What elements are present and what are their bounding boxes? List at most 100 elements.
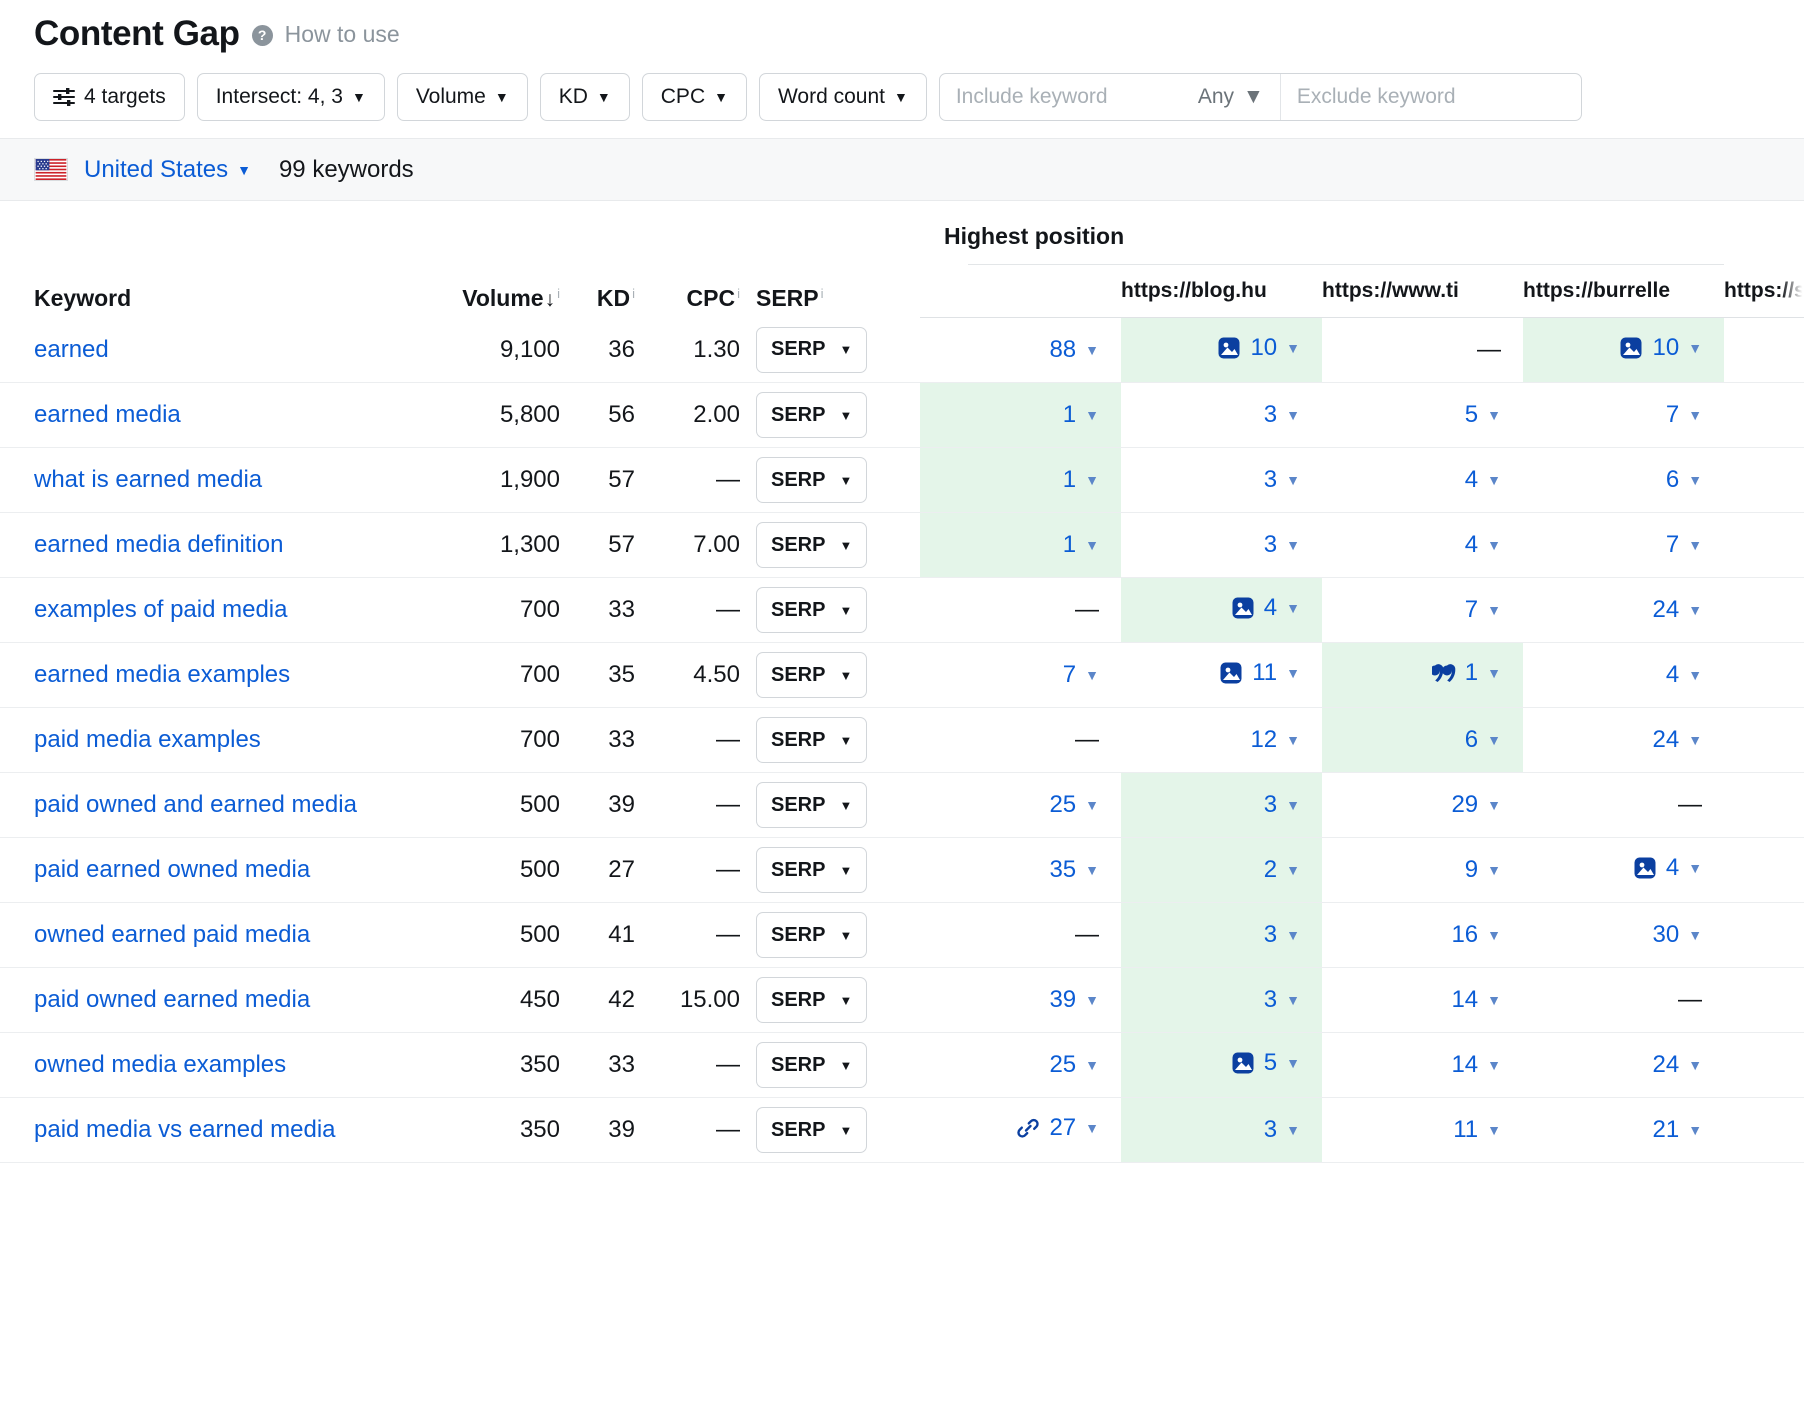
chevron-down-icon[interactable]: ▼	[1286, 863, 1300, 877]
chevron-down-icon[interactable]: ▼	[1487, 928, 1501, 942]
chevron-down-icon[interactable]: ▼	[1688, 473, 1702, 487]
chevron-down-icon[interactable]: ▼	[1688, 1058, 1702, 1072]
position-cell-target-2[interactable]: 4▼	[1121, 578, 1322, 643]
col-volume[interactable]: Volume↓i	[450, 201, 560, 318]
chevron-down-icon[interactable]: ▼	[1085, 1058, 1099, 1072]
target-url-header-1[interactable]: https://blog.hu	[1121, 265, 1322, 318]
chevron-down-icon[interactable]: ▼	[1286, 1123, 1300, 1137]
position-cell-target-2[interactable]: 3▼	[1121, 513, 1322, 578]
chevron-down-icon[interactable]: ▼	[1085, 668, 1099, 682]
position-cell-target-1[interactable]: 1▼	[920, 448, 1121, 513]
chevron-down-icon[interactable]: ▼	[1085, 538, 1099, 552]
col-keyword[interactable]: Keyword	[0, 201, 450, 318]
how-to-use-link[interactable]: How to use	[285, 21, 400, 48]
position-cell-target-4[interactable]: 24▼	[1523, 1033, 1724, 1098]
chevron-down-icon[interactable]: ▼	[1688, 861, 1702, 875]
info-icon[interactable]: i	[632, 286, 635, 301]
position-cell-target-2[interactable]: 3▼	[1121, 773, 1322, 838]
position-cell-target-3[interactable]: 9▼	[1322, 838, 1523, 903]
intersect-dropdown[interactable]: Intersect: 4, 3 ▼	[197, 73, 385, 121]
keyword-link[interactable]: examples of paid media	[0, 578, 450, 643]
position-cell-target-4[interactable]: 4▼	[1523, 838, 1724, 903]
position-cell-target-1[interactable]: 25▼	[920, 773, 1121, 838]
position-cell-target-3[interactable]: 14▼	[1322, 1033, 1523, 1098]
position-cell-target-2[interactable]: 3▼	[1121, 903, 1322, 968]
target-url-header-4[interactable]: https://sprouts	[1724, 265, 1804, 318]
chevron-down-icon[interactable]: ▼	[1085, 473, 1099, 487]
keyword-link[interactable]: what is earned media	[0, 448, 450, 513]
cpc-filter-dropdown[interactable]: CPC ▼	[642, 73, 747, 121]
chevron-down-icon[interactable]: ▼	[1286, 733, 1300, 747]
chevron-down-icon[interactable]: ▼	[1688, 928, 1702, 942]
serp-button[interactable]: SERP▼	[756, 977, 867, 1023]
position-cell-target-3[interactable]: 14▼	[1322, 968, 1523, 1033]
position-cell-target-2[interactable]: 3▼	[1121, 968, 1322, 1033]
exclude-keyword-input[interactable]	[1281, 74, 1581, 120]
position-cell-target-3[interactable]: 6▼	[1322, 708, 1523, 773]
col-cpc[interactable]: CPCi	[635, 201, 740, 318]
position-cell-target-1[interactable]: 35▼	[920, 838, 1121, 903]
col-serp[interactable]: SERPi	[740, 201, 860, 318]
position-cell-target-3[interactable]: 11▼	[1322, 1098, 1523, 1163]
keyword-link[interactable]: paid media vs earned media	[0, 1098, 450, 1163]
serp-button[interactable]: SERP▼	[756, 847, 867, 893]
chevron-down-icon[interactable]: ▼	[1688, 1123, 1702, 1137]
position-cell-target-1[interactable]: 88▼	[920, 318, 1121, 383]
info-icon[interactable]: i	[557, 286, 560, 301]
position-cell-target-4[interactable]: 7▼	[1523, 383, 1724, 448]
chevron-down-icon[interactable]: ▼	[1688, 603, 1702, 617]
serp-button[interactable]: SERP▼	[756, 457, 867, 503]
chevron-down-icon[interactable]: ▼	[1085, 343, 1099, 357]
position-cell-target-2[interactable]: 3▼	[1121, 383, 1322, 448]
position-cell-target-2[interactable]: 12▼	[1121, 708, 1322, 773]
position-cell-target-1[interactable]: 1▼	[920, 513, 1121, 578]
position-cell-target-4[interactable]: 7▼	[1523, 513, 1724, 578]
position-cell-target-3[interactable]: 5▼	[1322, 383, 1523, 448]
position-cell-target-3[interactable]: 1▼	[1322, 643, 1523, 708]
position-cell-target-4[interactable]: 10▼	[1523, 318, 1724, 383]
serp-button[interactable]: SERP▼	[756, 652, 867, 698]
chevron-down-icon[interactable]: ▼	[1286, 473, 1300, 487]
position-cell-target-4[interactable]: 6▼	[1523, 448, 1724, 513]
chevron-down-icon[interactable]: ▼	[1487, 603, 1501, 617]
position-cell-target-3[interactable]: 4▼	[1322, 513, 1523, 578]
position-cell-target-2[interactable]: 10▼	[1121, 318, 1322, 383]
keyword-link[interactable]: owned media examples	[0, 1033, 450, 1098]
chevron-down-icon[interactable]: ▼	[1286, 1056, 1300, 1070]
include-match-mode-dropdown[interactable]: Any ▼	[1190, 74, 1281, 120]
chevron-down-icon[interactable]: ▼	[1688, 733, 1702, 747]
position-cell-target-2[interactable]: 3▼	[1121, 448, 1322, 513]
chevron-down-icon[interactable]: ▼	[1487, 1058, 1501, 1072]
info-icon[interactable]: i	[737, 286, 740, 301]
keyword-link[interactable]: earned	[0, 318, 450, 383]
position-cell-target-2[interactable]: 5▼	[1121, 1033, 1322, 1098]
position-cell-target-3[interactable]: 29▼	[1322, 773, 1523, 838]
position-cell-target-3[interactable]: 4▼	[1322, 448, 1523, 513]
chevron-down-icon[interactable]: ▼	[1487, 473, 1501, 487]
position-cell-target-4[interactable]: 4▼	[1523, 643, 1724, 708]
chevron-down-icon[interactable]: ▼	[1286, 408, 1300, 422]
position-cell-target-4[interactable]: 21▼	[1523, 1098, 1724, 1163]
info-icon[interactable]: i	[821, 286, 824, 301]
targets-button[interactable]: 4 targets	[34, 73, 185, 121]
serp-button[interactable]: SERP▼	[756, 327, 867, 373]
kd-filter-dropdown[interactable]: KD ▼	[540, 73, 630, 121]
position-cell-target-1[interactable]: 39▼	[920, 968, 1121, 1033]
position-cell-target-4[interactable]: 30▼	[1523, 903, 1724, 968]
position-cell-target-3[interactable]: 16▼	[1322, 903, 1523, 968]
serp-button[interactable]: SERP▼	[756, 522, 867, 568]
serp-button[interactable]: SERP▼	[756, 912, 867, 958]
keyword-link[interactable]: paid media examples	[0, 708, 450, 773]
chevron-down-icon[interactable]: ▼	[1085, 408, 1099, 422]
keyword-link[interactable]: earned media examples	[0, 643, 450, 708]
serp-button[interactable]: SERP▼	[756, 1107, 867, 1153]
chevron-down-icon[interactable]: ▼	[1487, 1123, 1501, 1137]
position-cell-target-2[interactable]: 3▼	[1121, 1098, 1322, 1163]
keyword-link[interactable]: owned earned paid media	[0, 903, 450, 968]
chevron-down-icon[interactable]: ▼	[1085, 863, 1099, 877]
serp-button[interactable]: SERP▼	[756, 717, 867, 763]
chevron-down-icon[interactable]: ▼	[1487, 408, 1501, 422]
position-cell-target-3[interactable]: 7▼	[1322, 578, 1523, 643]
chevron-down-icon[interactable]: ▼	[1487, 538, 1501, 552]
keyword-link[interactable]: paid owned and earned media	[0, 773, 450, 838]
